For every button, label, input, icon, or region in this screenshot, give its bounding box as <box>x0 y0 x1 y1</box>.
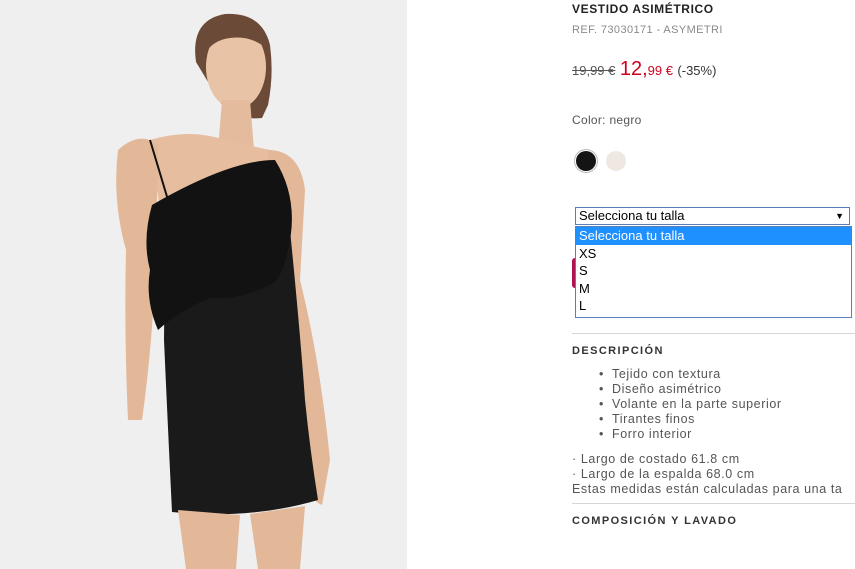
size-option[interactable]: Selecciona tu talla <box>576 227 851 245</box>
list-item: Forro interior <box>599 427 782 442</box>
list-item: Tejido con textura <box>599 367 782 382</box>
sale-price-integer: 12, <box>619 58 648 80</box>
price-block: 19,99 € 12,99 € (-35%) <box>572 58 716 81</box>
product-title: VESTIDO ASIMÉTRICO <box>572 2 714 16</box>
dress-model-image <box>0 0 407 569</box>
size-select[interactable]: Selecciona tu talla ▼ <box>575 207 850 225</box>
size-dropdown-list[interactable]: Selecciona tu talla XS S M L <box>575 226 852 318</box>
color-swatch-black[interactable] <box>576 151 596 171</box>
list-item: Tirantes finos <box>599 412 782 427</box>
measure-line: · Largo de la espalda 68.0 cm <box>572 467 755 481</box>
color-label: Color: negro <box>572 113 642 127</box>
discount-percent: (-35%) <box>677 63 717 78</box>
chevron-down-icon: ▼ <box>835 211 844 221</box>
sale-price-decimal: 99 € <box>647 63 673 78</box>
size-option[interactable]: XS <box>576 245 851 263</box>
list-item: Volante en la parte superior <box>599 397 782 412</box>
divider <box>572 333 855 334</box>
size-select-value: Selecciona tu talla <box>579 208 685 223</box>
size-option[interactable]: L <box>576 297 851 315</box>
size-option[interactable]: S <box>576 262 851 280</box>
description-heading[interactable]: DESCRIPCIÓN <box>572 345 664 357</box>
measure-note: Estas medidas están calculadas para una … <box>572 482 843 496</box>
old-price: 19,99 € <box>572 63 616 78</box>
list-item: Diseño asimétrico <box>599 382 782 397</box>
product-reference: REF. 73030171 - ASYMETRI <box>572 24 723 36</box>
measure-line: · Largo de costado 61.8 cm <box>572 452 740 466</box>
feature-list: Tejido con textura Diseño asimétrico Vol… <box>599 367 782 442</box>
product-photo[interactable] <box>0 0 407 569</box>
composition-heading[interactable]: COMPOSICIÓN Y LAVADO <box>572 515 737 527</box>
divider <box>572 503 855 504</box>
color-swatch-cream[interactable] <box>606 151 626 171</box>
size-option[interactable]: M <box>576 280 851 298</box>
product-info-panel: VESTIDO ASIMÉTRICO REF. 73030171 - ASYME… <box>572 0 855 569</box>
